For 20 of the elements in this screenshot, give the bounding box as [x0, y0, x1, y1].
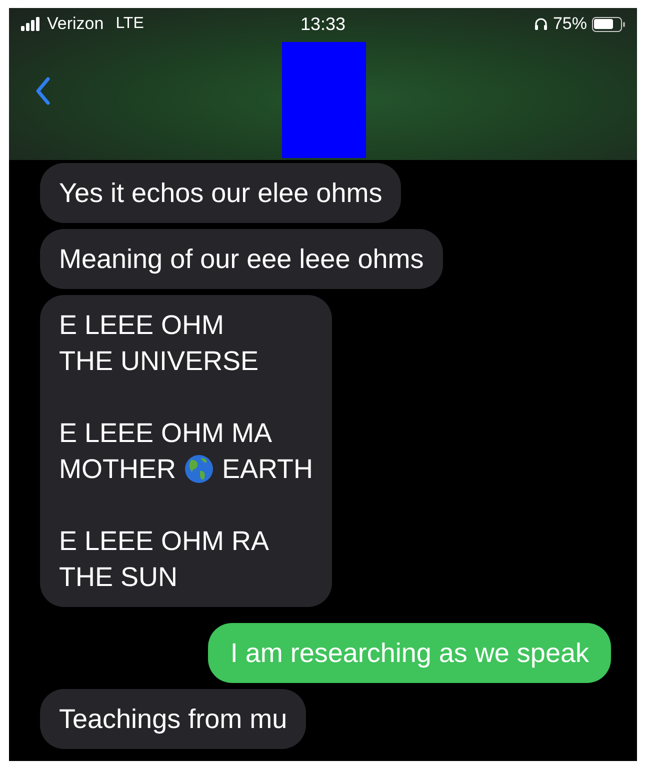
- headphones-icon: [534, 17, 548, 31]
- message-text: E LEEE OHM: [59, 309, 224, 342]
- network-type: LTE: [116, 15, 144, 33]
- message-text: EARTH: [222, 453, 314, 486]
- battery-percent: 75%: [552, 14, 587, 34]
- battery-icon: [592, 16, 625, 32]
- message-text: THE SUN: [59, 561, 178, 594]
- message-text: THE UNIVERSE: [59, 345, 259, 378]
- message-text: MOTHER: [59, 453, 176, 486]
- message-text: Teachings from mu: [59, 703, 288, 736]
- message-text: I am researching as we speak: [230, 637, 589, 670]
- globe-icon: [184, 454, 214, 484]
- message-text: Meaning of our eee leee ohms: [59, 243, 424, 276]
- message-text: E LEEE OHM MA: [59, 417, 272, 450]
- back-icon[interactable]: [35, 76, 51, 106]
- message-text: E LEEE OHM RA: [59, 525, 270, 558]
- signal-icon: [21, 17, 41, 31]
- message-text: Yes it echos our elee ohms: [59, 177, 382, 210]
- status-time: 13:33: [300, 14, 346, 34]
- carrier-name: Verizon: [47, 14, 104, 34]
